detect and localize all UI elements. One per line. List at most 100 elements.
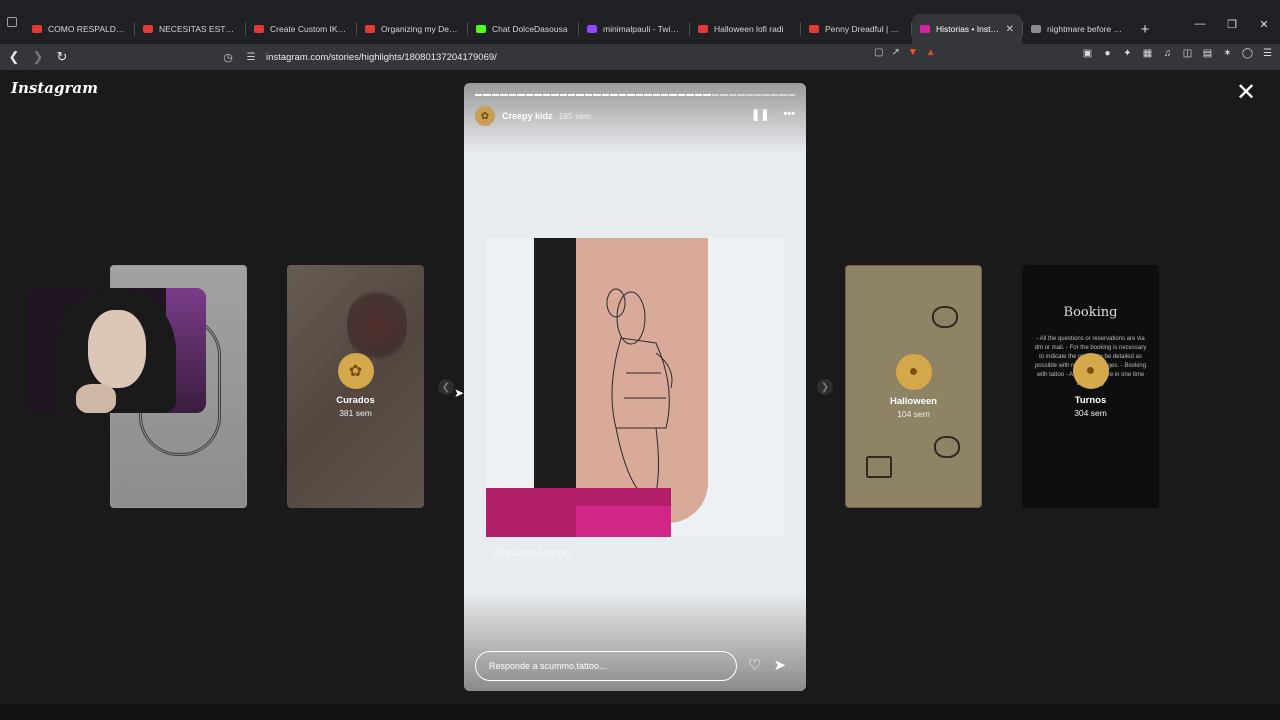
- browser-tab[interactable]: Historias • Instagr ✕: [912, 14, 1022, 44]
- wallet-icon[interactable]: ▤: [1201, 47, 1214, 60]
- tab-favicon-icon: [32, 25, 42, 33]
- progress-segment: [559, 94, 567, 96]
- window-close-icon[interactable]: ✕: [1248, 18, 1280, 31]
- browser-tab[interactable]: COMO RESPALDAR TU: [24, 14, 134, 44]
- tab-title: NECESITAS ESTE PLUG: [159, 24, 237, 34]
- rewards-icon[interactable]: ▲: [926, 47, 936, 58]
- next-story-icon[interactable]: ❯: [817, 379, 833, 395]
- progress-segment: [770, 94, 779, 96]
- more-options-icon[interactable]: •••: [783, 108, 795, 121]
- heart-icon[interactable]: ♡: [748, 656, 761, 674]
- leo-icon[interactable]: ✶: [1221, 47, 1234, 60]
- browser-tab[interactable]: Penny Dreadful | Trail: [801, 14, 911, 44]
- tab-strip: COMO RESPALDAR TU NECESITAS ESTE PLUG Crea…: [0, 0, 1280, 44]
- progress-segment: [711, 94, 720, 96]
- progress-segment: [593, 94, 601, 96]
- pause-icon[interactable]: ❚❚: [751, 108, 769, 121]
- progress-segment: [551, 94, 559, 96]
- progress-segment: [753, 94, 762, 96]
- browser-tab[interactable]: Create Custom IKEA P: [246, 14, 356, 44]
- highlight-name: Halloween: [890, 396, 937, 407]
- menu-icon[interactable]: ☰: [1261, 47, 1274, 60]
- tab-title: nightmare before chri: [1047, 24, 1125, 34]
- highlight-name: Curados: [336, 395, 375, 406]
- progress-segment: [491, 94, 500, 96]
- tab-favicon-icon: [365, 25, 375, 33]
- browser-tab[interactable]: Halloween lofi radi: [690, 14, 800, 44]
- tab-title: Create Custom IKEA P: [270, 24, 348, 34]
- vpn-icon[interactable]: ◯: [1241, 47, 1254, 60]
- site-settings-icon[interactable]: ☰: [242, 52, 260, 63]
- highlight-time: 381 sem: [339, 408, 372, 418]
- progress-segment: [627, 94, 635, 96]
- browser-tab[interactable]: Chat DolceDasousa: [468, 14, 578, 44]
- mouse-cursor-icon: ➤: [454, 386, 465, 400]
- browser-tab[interactable]: Organizing my Desk w: [357, 14, 467, 44]
- tab-favicon-icon: [1031, 25, 1041, 33]
- progress-segment: [745, 94, 753, 96]
- tab-title: Organizing my Desk w: [381, 24, 459, 34]
- tab-actions-icon[interactable]: [0, 0, 24, 44]
- progress-segment: [677, 94, 686, 96]
- highlight-preview-card[interactable]: Booking - All the questions or reservati…: [1022, 265, 1159, 508]
- progress-segment: [669, 94, 677, 96]
- taskbar-strip: [0, 704, 1280, 720]
- progress-segment: [610, 94, 618, 96]
- omnibox-actions: ▢ ↗ ▼ ▲: [874, 47, 936, 58]
- close-icon[interactable]: ✕: [1234, 81, 1258, 106]
- page-scrollbar[interactable]: [1272, 70, 1280, 704]
- forward-icon[interactable]: ❯: [28, 47, 48, 67]
- puzzle-icon[interactable]: ✦: [1121, 47, 1134, 60]
- tab-close-icon[interactable]: ✕: [1006, 24, 1014, 35]
- progress-segment: [720, 94, 728, 96]
- tab-title: Historias • Instagr: [936, 24, 1002, 34]
- tab-favicon-icon: [920, 25, 930, 33]
- progress-segment: [635, 94, 644, 96]
- sidebar-icon[interactable]: ◫: [1181, 47, 1194, 60]
- brave-shield-icon[interactable]: ▼: [908, 47, 918, 58]
- progress-segment: [737, 94, 745, 96]
- tab-title: Penny Dreadful | Trail: [825, 24, 903, 34]
- webcam-overlay: [28, 288, 206, 413]
- browser-tab[interactable]: nightmare before chri: [1023, 14, 1133, 44]
- browser-tab[interactable]: minimalpauli - Twitch: [579, 14, 689, 44]
- account-avatar[interactable]: ✿: [475, 106, 495, 126]
- progress-segment: [652, 94, 660, 96]
- address-bar[interactable]: ◷ ☰ instagram.com/stories/highlights/180…: [218, 47, 963, 67]
- progress-segment: [525, 94, 534, 96]
- tab-favicon-icon: [254, 25, 264, 33]
- highlight-preview-card[interactable]: ● Halloween 104 sem: [845, 265, 982, 508]
- highlight-avatar: ●: [895, 354, 932, 390]
- story-viewer[interactable]: ✿ Creepy kidz 185 sem ❚❚ ••• @scummo.tat…: [464, 83, 806, 691]
- reply-input[interactable]: Responde a scummo.tattoo...: [475, 651, 737, 681]
- browser-tab[interactable]: NECESITAS ESTE PLUG: [135, 14, 245, 44]
- progress-segment: [601, 94, 610, 96]
- reload-icon[interactable]: ↻: [52, 47, 72, 67]
- progress-segment: [686, 94, 694, 96]
- extension-icon[interactable]: ●: [1101, 47, 1114, 60]
- highlight-preview-card[interactable]: ✿ Curados 381 sem: [287, 265, 424, 508]
- back-icon[interactable]: ❮: [4, 47, 24, 67]
- share-icon[interactable]: ↗: [891, 47, 899, 58]
- mouse-tattoo-drawing: [606, 288, 673, 494]
- story-account-name[interactable]: Creepy kidz: [502, 111, 553, 121]
- url-text[interactable]: instagram.com/stories/highlights/1808013…: [266, 52, 497, 63]
- instagram-logo[interactable]: Instagram: [11, 79, 98, 97]
- previous-story-icon[interactable]: ❮: [438, 379, 454, 395]
- extension-icon[interactable]: ▦: [1141, 47, 1154, 60]
- tab-favicon-icon: [143, 25, 153, 33]
- tab-favicon-icon: [698, 25, 708, 33]
- send-icon[interactable]: ➤: [773, 656, 786, 674]
- bookmark-icon[interactable]: ◷: [218, 51, 238, 64]
- music-icon[interactable]: ♫: [1161, 47, 1174, 60]
- restore-icon[interactable]: ❐: [1216, 18, 1248, 31]
- cast-icon[interactable]: ▢: [874, 47, 883, 58]
- minimize-icon[interactable]: —: [1184, 18, 1216, 31]
- progress-segment: [475, 94, 483, 96]
- progress-segment: [534, 94, 542, 96]
- progress-segment: [779, 94, 787, 96]
- extension-icon[interactable]: ▣: [1081, 47, 1094, 60]
- progress-segment: [644, 94, 652, 96]
- progress-segment: [542, 94, 551, 96]
- story-progress-bar: [475, 94, 796, 96]
